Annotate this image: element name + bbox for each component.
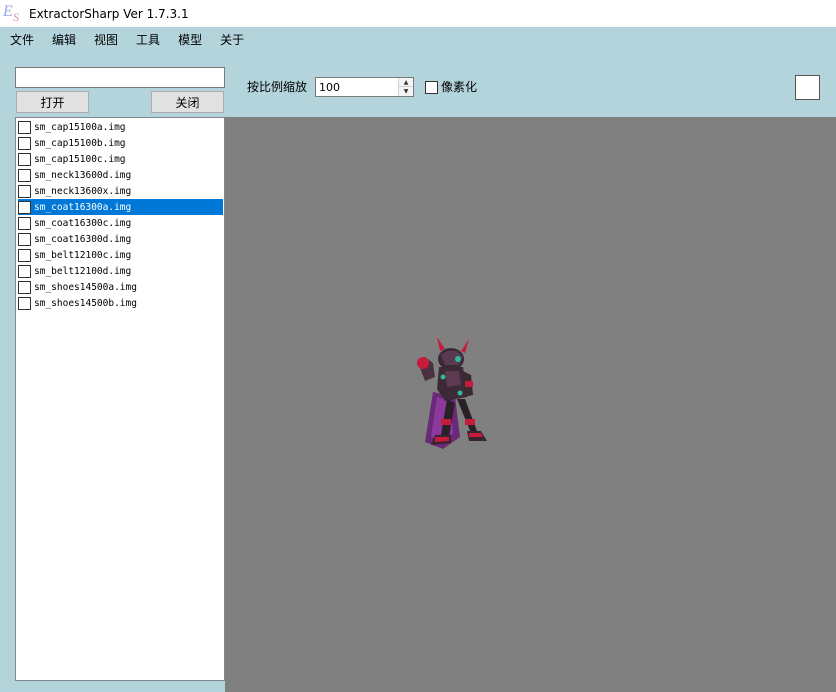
file-name: sm_coat16300c.img [34,217,132,229]
menu-model[interactable]: 模型 [169,27,211,53]
file-checkbox[interactable] [18,264,31,278]
file-name: sm_cap15100b.img [34,137,126,149]
file-list-item[interactable]: sm_belt12100d.img [18,263,223,279]
menu-bar: 文件 编辑 视图 工具 模型 关于 [0,27,836,53]
file-list-item[interactable]: sm_cap15100c.img [18,151,223,167]
file-name: sm_shoes14500a.img [34,281,137,293]
file-name: sm_neck13600d.img [34,169,132,181]
scale-label: 按比例缩放 [247,80,308,94]
file-name: sm_shoes14500b.img [34,297,137,309]
file-list[interactable]: sm_cap15100a.img sm_cap15100b.img sm_cap15… [15,117,225,681]
file-list-item[interactable]: sm_cap15100a.img [18,119,223,135]
color-swatch[interactable] [795,75,820,100]
file-checkbox[interactable] [18,232,31,246]
title-bar: ES ExtractorSharp Ver 1.7.3.1 [0,0,836,27]
file-checkbox[interactable] [18,120,31,134]
file-name: sm_neck13600x.img [34,185,132,197]
menu-edit[interactable]: 编辑 [43,27,85,53]
file-name: sm_belt12100c.img [34,249,132,261]
file-list-item[interactable]: sm_belt12100c.img [18,247,223,263]
menu-about[interactable]: 关于 [211,27,253,53]
menu-view[interactable]: 视图 [85,27,127,53]
window-title: ExtractorSharp Ver 1.7.3.1 [29,6,189,21]
file-name: sm_cap15100a.img [34,121,126,133]
file-name: sm_coat16300a.img [34,201,132,213]
scale-spinner[interactable]: ▲ ▼ [315,77,414,97]
scale-input[interactable] [316,78,399,96]
file-checkbox[interactable] [18,296,31,310]
menu-file[interactable]: 文件 [0,27,43,53]
close-button[interactable]: 关闭 [151,91,224,113]
character-sprite-image [417,337,487,449]
spin-up-button[interactable]: ▲ [399,78,413,87]
file-checkbox[interactable] [18,200,31,214]
file-list-item[interactable]: sm_coat16300d.img [18,231,223,247]
file-checkbox[interactable] [18,168,31,182]
file-list-item[interactable]: sm_cap15100b.img [18,135,223,151]
file-list-item[interactable]: sm_neck13600d.img [18,167,223,183]
file-name: sm_cap15100c.img [34,153,126,165]
open-button[interactable]: 打开 [16,91,89,113]
pixelate-label[interactable]: 像素化 [441,78,477,95]
file-checkbox[interactable] [18,216,31,230]
file-list-item[interactable]: sm_coat16300a.img [18,199,223,215]
file-checkbox[interactable] [18,184,31,198]
search-input[interactable] [15,67,225,88]
spin-down-button[interactable]: ▼ [399,87,413,96]
file-list-item[interactable]: sm_coat16300c.img [18,215,223,231]
file-checkbox[interactable] [18,248,31,262]
file-checkbox[interactable] [18,136,31,150]
file-name: sm_belt12100d.img [34,265,132,277]
spinner-buttons: ▲ ▼ [398,78,413,96]
file-checkbox[interactable] [18,280,31,294]
file-checkbox[interactable] [18,152,31,166]
preview-canvas[interactable] [225,117,836,692]
pixelate-checkbox[interactable] [425,81,438,94]
menu-tools[interactable]: 工具 [127,27,169,53]
file-name: sm_coat16300d.img [34,233,132,245]
file-list-item[interactable]: sm_neck13600x.img [18,183,223,199]
app-logo-icon: ES [3,2,19,24]
file-list-item[interactable]: sm_shoes14500a.img [18,279,223,295]
file-list-item[interactable]: sm_shoes14500b.img [18,295,223,311]
